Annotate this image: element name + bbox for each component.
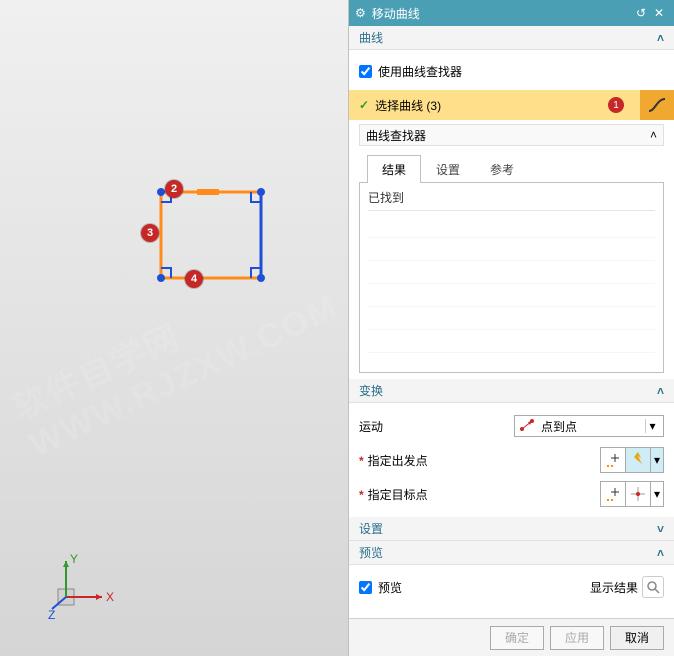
section-curve-header[interactable]: 曲线 ˄ (349, 26, 674, 50)
use-curve-finder-checkbox[interactable] (359, 65, 372, 78)
dialog-titlebar: ⚙ 移动曲线 ↺ ✕ (349, 0, 674, 26)
chevron-up-icon: ˄ (650, 128, 657, 142)
svg-text:Y: Y (70, 553, 78, 566)
show-result-label: 显示结果 (590, 579, 638, 596)
ok-button[interactable]: 确定 (490, 626, 544, 650)
preview-checkbox-label: 预览 (378, 579, 402, 596)
section-transform-title: 变换 (359, 382, 657, 399)
callout-1: 1 (608, 97, 624, 113)
viewport-3d[interactable]: 软件自学网 WWW.RJZXW.COM 2 3 4 X Y (0, 0, 348, 656)
chevron-up-icon: ˄ (657, 384, 664, 398)
svg-text:Z: Z (48, 608, 55, 622)
tab-reference[interactable]: 参考 (475, 155, 529, 183)
coordinate-triad: X Y Z (48, 553, 118, 626)
tab-results[interactable]: 结果 (367, 155, 421, 183)
from-point-infer-button[interactable] (625, 447, 651, 473)
finder-tabs: 结果 设置 参考 (359, 154, 664, 183)
found-rows (368, 215, 655, 365)
select-curve-label: 选择曲线 (3) (375, 97, 608, 114)
svg-text:X: X (106, 590, 114, 604)
dialog-panel: ⚙ 移动曲线 ↺ ✕ 曲线 ˄ 使用曲线查找器 ✓ 选择曲线 (3) 1 曲线查… (348, 0, 674, 656)
motion-label: 运动 (359, 418, 514, 435)
section-transform-header[interactable]: 变换 ˄ (349, 379, 674, 403)
dialog-title: 移动曲线 (372, 5, 632, 22)
callout-4: 4 (185, 270, 203, 288)
to-point-label: 指定目标点 (368, 488, 428, 502)
found-list[interactable]: 已找到 (359, 183, 664, 373)
callout-2: 2 (165, 180, 183, 198)
from-point-label: 指定出发点 (368, 454, 428, 468)
gear-icon[interactable]: ⚙ (355, 6, 366, 20)
apply-button[interactable]: 应用 (550, 626, 604, 650)
tab-settings[interactable]: 设置 (421, 155, 475, 183)
section-settings-header[interactable]: 设置 ˅ (349, 517, 674, 541)
chevron-up-icon: ˄ (657, 31, 664, 45)
point-to-point-icon (519, 418, 535, 435)
close-icon[interactable]: ✕ (650, 6, 668, 20)
curve-finder-title: 曲线查找器 (366, 127, 650, 144)
check-icon: ✓ (359, 98, 369, 112)
section-preview-title: 预览 (359, 544, 657, 561)
curve-type-button[interactable] (640, 90, 674, 120)
callout-3: 3 (141, 224, 159, 242)
section-curve-title: 曲线 (359, 29, 657, 46)
select-curve-row[interactable]: ✓ 选择曲线 (3) 1 (349, 90, 674, 120)
sketch-rectangle: 2 3 4 (153, 188, 273, 289)
dialog-footer: 确定 应用 取消 (349, 618, 674, 656)
found-header: 已找到 (368, 189, 655, 211)
to-point-snap-button[interactable] (625, 481, 651, 507)
section-settings-title: 设置 (359, 520, 657, 537)
section-preview-header[interactable]: 预览 ˄ (349, 541, 674, 565)
reset-icon[interactable]: ↺ (632, 6, 650, 20)
curve-finder-header[interactable]: 曲线查找器 ˄ (359, 124, 664, 146)
from-point-dropdown[interactable]: ▾ (650, 447, 664, 473)
to-point-pick-button[interactable] (600, 481, 626, 507)
use-curve-finder-label: 使用曲线查找器 (378, 63, 462, 80)
to-point-dropdown[interactable]: ▾ (650, 481, 664, 507)
from-point-pick-button[interactable] (600, 447, 626, 473)
cancel-button[interactable]: 取消 (610, 626, 664, 650)
chevron-down-icon: ▾ (645, 419, 659, 433)
motion-value: 点到点 (541, 418, 645, 435)
chevron-down-icon: ˅ (657, 522, 664, 536)
chevron-up-icon: ˄ (657, 546, 664, 560)
preview-checkbox[interactable] (359, 581, 372, 594)
show-result-button[interactable] (642, 576, 664, 598)
motion-select[interactable]: 点到点 ▾ (514, 415, 664, 437)
